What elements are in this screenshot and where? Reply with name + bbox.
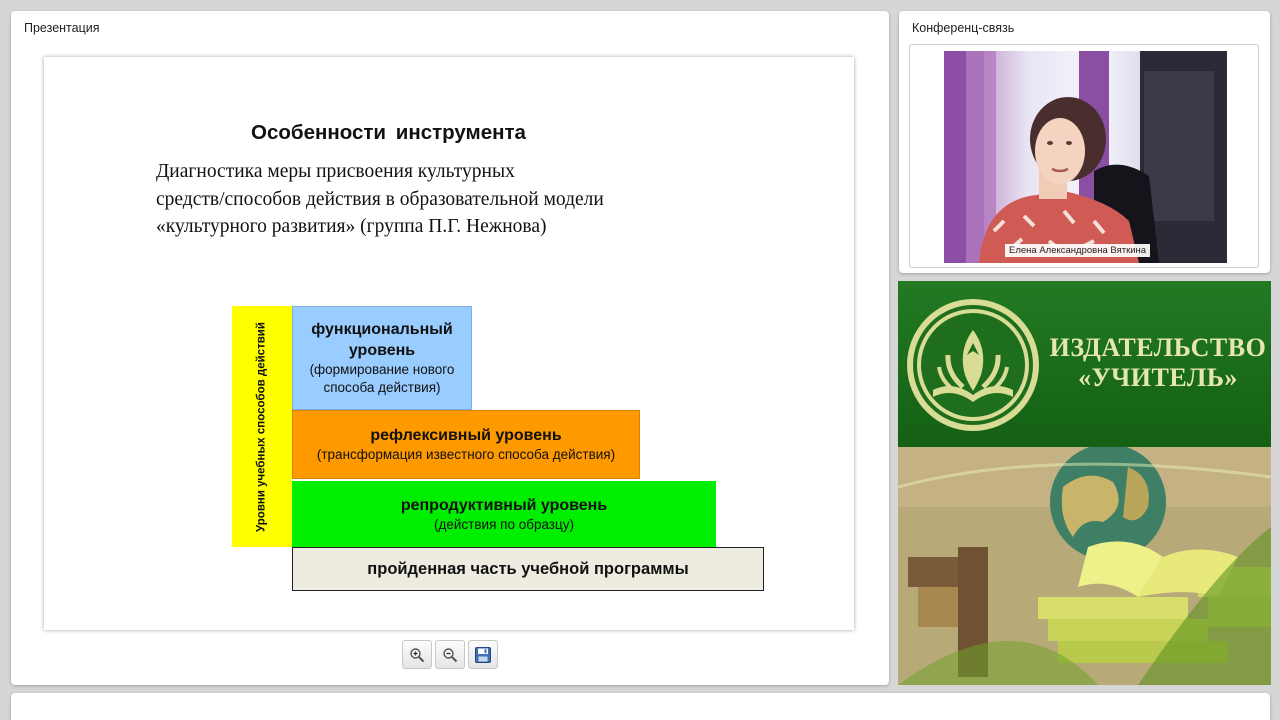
level-reflexive-desc: (трансформация известного способа действ…	[316, 447, 616, 462]
level-reflexive: рефлексивный уровень (трансформация изве…	[292, 410, 640, 479]
level-covered-curriculum: пройденная часть учебной программы	[292, 547, 764, 591]
publisher-name-line1: ИЗДАТЕЛЬСТВО	[1049, 333, 1267, 362]
publisher-banner: ИЗДАТЕЛЬСТВО «УЧИТЕЛЬ»	[898, 281, 1271, 685]
level-reflexive-name: рефлексивный уровень	[370, 427, 562, 444]
participant-video-image	[944, 51, 1227, 263]
conference-panel: Конференц-связь Елена Александровна Вятк…	[899, 11, 1270, 273]
level-functional-name: функциональный уровень	[311, 321, 453, 359]
zoom-in-button[interactable]	[402, 640, 432, 669]
video-frame: Елена Александровна Вяткина	[909, 44, 1259, 268]
publisher-banner-top: ИЗДАТЕЛЬСТВО «УЧИТЕЛЬ»	[898, 281, 1271, 447]
slide-toolbar	[402, 640, 498, 669]
slide-heading: Особенности инструмента	[251, 121, 526, 144]
slide-subtitle: Диагностика меры присвоения культурных с…	[156, 161, 604, 237]
participant-name: Елена Александровна Вяткина	[1005, 244, 1151, 257]
levels-axis-label: Уровни учебных способов действий	[232, 306, 292, 547]
level-functional: функциональный уровень (формирование нов…	[292, 306, 472, 410]
bottom-panel	[11, 693, 1270, 720]
presentation-panel-title: Презентация	[24, 21, 100, 35]
presentation-panel: Презентация Особенности инструмента Диаг…	[11, 11, 889, 685]
publisher-name: ИЗДАТЕЛЬСТВО «УЧИТЕЛЬ»	[1048, 333, 1268, 393]
zoom-out-icon	[443, 647, 458, 662]
books-globe-image	[898, 447, 1271, 685]
publisher-banner-photo	[898, 447, 1271, 685]
participant-video[interactable]: Елена Александровна Вяткина	[944, 51, 1227, 263]
level-reproductive-name: репродуктивный уровень	[400, 496, 608, 514]
level-covered-curriculum-name: пройденная часть учебной программы	[367, 559, 689, 578]
zoom-out-button[interactable]	[435, 640, 465, 669]
presentation-slide: Особенности инструмента Диагностика меры…	[44, 57, 854, 630]
levels-axis-label-text: Уровни учебных способов действий	[255, 321, 268, 532]
publisher-logo	[907, 299, 1039, 431]
level-functional-desc: (формирование нового способа действия)	[309, 362, 455, 395]
save-icon	[475, 646, 491, 663]
publisher-name-line2: «УЧИТЕЛЬ»	[1078, 363, 1238, 392]
save-button[interactable]	[468, 640, 498, 669]
conference-panel-title: Конференц-связь	[912, 21, 1015, 35]
level-reproductive-desc: (действия по образцу)	[434, 516, 574, 532]
zoom-in-icon	[410, 647, 425, 662]
level-reproductive: репродуктивный уровень (действия по обра…	[292, 481, 716, 547]
